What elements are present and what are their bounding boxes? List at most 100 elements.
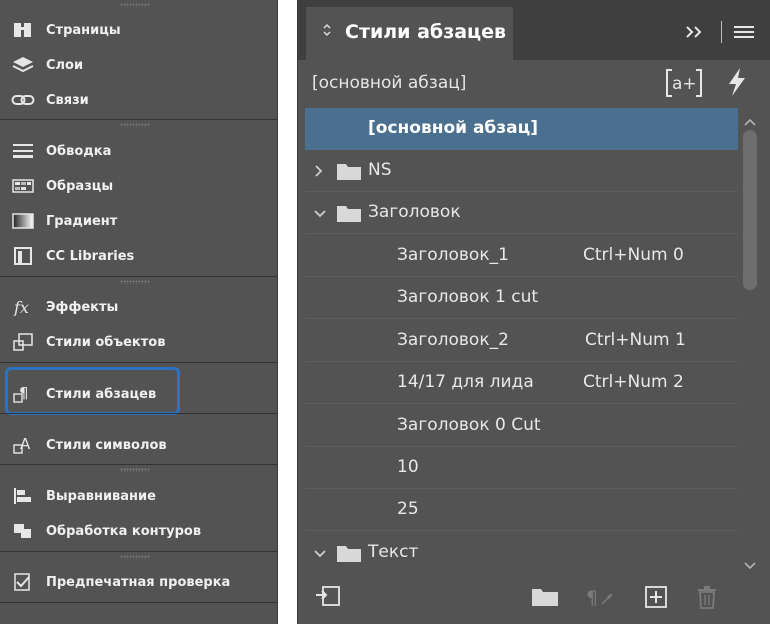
- dock-item-stroke[interactable]: Обводка: [0, 134, 277, 168]
- panel-title: Стили абзацев: [345, 21, 507, 43]
- list-item[interactable]: 14/17 для лида Ctrl+Num 2: [305, 362, 738, 404]
- dock-label: Слои: [46, 57, 84, 73]
- style-name: 25: [397, 499, 419, 519]
- paragraph-styles-panel: Стили абзацев [основной абзац] a+ [основ…: [297, 0, 770, 624]
- folder-icon: [336, 203, 362, 227]
- dock-item-swatches[interactable]: Образцы: [0, 169, 277, 203]
- dock-label: Эффекты: [46, 299, 119, 315]
- panel-dock: Страницы Слои Связи Обводка Образцы Град…: [0, 0, 278, 624]
- dock-label: Стили объектов: [46, 334, 166, 350]
- dock-separator: [0, 464, 277, 465]
- dock-grip[interactable]: [120, 3, 150, 7]
- panel-menu-icon[interactable]: [734, 24, 754, 44]
- links-icon: [11, 90, 35, 110]
- style-name: 14/17 для лида: [397, 372, 534, 392]
- tabbar-divider: [721, 21, 722, 43]
- style-name: Заголовок 0 Cut: [397, 415, 541, 435]
- layers-icon: [11, 55, 35, 75]
- dock-grip[interactable]: [120, 280, 150, 284]
- style-name: [основной абзац]: [368, 118, 539, 138]
- styles-list: [основной абзац] NS Заголовок Заголовок_…: [305, 108, 738, 572]
- dock-item-pages[interactable]: Страницы: [0, 13, 277, 47]
- svg-text:a+: a+: [672, 74, 697, 94]
- dock-item-cc-libraries[interactable]: CC Libraries: [0, 239, 277, 273]
- pathfinder-icon: [11, 521, 35, 541]
- dock-grip[interactable]: [120, 123, 150, 127]
- style-name: Заголовок_2: [397, 330, 509, 350]
- dock-item-character-styles[interactable]: A Стили символов: [0, 428, 277, 462]
- folder-icon: [336, 161, 362, 185]
- align-icon: [11, 486, 35, 506]
- swatches-icon: [11, 176, 35, 196]
- list-item[interactable]: 10: [305, 447, 738, 489]
- dock-item-object-styles[interactable]: Стили объектов: [0, 325, 277, 359]
- list-item[interactable]: Заголовок 0 Cut: [305, 405, 738, 447]
- dock-label: Градиент: [46, 213, 118, 229]
- chevron-down-icon[interactable]: [313, 205, 327, 224]
- dock-separator: [0, 413, 277, 414]
- list-item[interactable]: [основной абзац]: [305, 108, 738, 150]
- new-style-from-selection-icon[interactable]: a+: [664, 67, 704, 103]
- new-style-icon[interactable]: [644, 585, 668, 613]
- dock-separator: [0, 362, 277, 363]
- object-styles-icon: [11, 332, 35, 352]
- list-item[interactable]: NS: [305, 150, 738, 192]
- collapse-icon[interactable]: [684, 24, 706, 44]
- svg-text:¶: ¶: [586, 587, 598, 609]
- dock-label: CC Libraries: [46, 248, 135, 264]
- pages-icon: [11, 20, 35, 40]
- dock-grip[interactable]: [120, 555, 150, 559]
- dock-separator: [0, 276, 277, 277]
- gradient-icon: [11, 211, 35, 231]
- dock-separator: [0, 551, 277, 552]
- list-item[interactable]: Заголовок: [305, 192, 738, 234]
- style-name: Заголовок_1: [397, 245, 509, 265]
- styles-list-scrollbar[interactable]: [738, 108, 762, 572]
- style-name: 10: [397, 457, 419, 477]
- dock-item-effects[interactable]: fx Эффекты: [0, 290, 277, 324]
- list-item[interactable]: Заголовок_1 Ctrl+Num 0: [305, 235, 738, 277]
- list-item[interactable]: Заголовок 1 cut: [305, 277, 738, 319]
- group-name: Заголовок: [368, 202, 461, 222]
- effects-icon: fx: [11, 297, 35, 317]
- load-styles-icon[interactable]: [315, 585, 341, 613]
- current-style-label: [основной абзац]: [312, 73, 467, 93]
- dock-label: Страницы: [46, 22, 121, 38]
- scroll-down-icon[interactable]: [744, 556, 756, 575]
- list-item[interactable]: 25: [305, 489, 738, 531]
- dock-item-pathfinder[interactable]: Обработка контуров: [0, 514, 277, 548]
- new-group-folder-icon[interactable]: [531, 585, 559, 611]
- quick-apply-icon[interactable]: [725, 66, 749, 102]
- style-shortcut: Ctrl+Num 2: [583, 372, 684, 392]
- dock-label: Образцы: [46, 178, 114, 194]
- dock-label: Стили символов: [46, 437, 167, 453]
- dock-item-preflight[interactable]: Предпечатная проверка: [0, 565, 277, 599]
- dock-label: Предпечатная проверка: [46, 574, 231, 590]
- list-item[interactable]: Текст: [305, 532, 738, 572]
- tab-updown-icon[interactable]: [322, 22, 332, 42]
- dock-label: Связи: [46, 92, 89, 108]
- dock-label: Выравнивание: [46, 488, 156, 504]
- dock-item-align[interactable]: Выравнивание: [0, 479, 277, 513]
- dock-item-layers[interactable]: Слои: [0, 48, 277, 82]
- chevron-down-icon[interactable]: [313, 545, 327, 564]
- dock-label: Обводка: [46, 143, 112, 159]
- group-name: NS: [368, 160, 392, 180]
- tab-paragraph-styles[interactable]: Стили абзацев: [306, 7, 513, 60]
- scrollbar-thumb[interactable]: [743, 130, 757, 290]
- trash-icon[interactable]: [696, 585, 718, 613]
- chevron-right-icon[interactable]: [313, 163, 325, 182]
- scroll-up-icon[interactable]: [744, 112, 756, 131]
- clear-overrides-icon[interactable]: ¶: [585, 585, 619, 613]
- svg-text:fx: fx: [13, 298, 29, 316]
- preflight-icon: [11, 572, 35, 592]
- dock-label: Обработка контуров: [46, 523, 202, 539]
- dock-item-links[interactable]: Связи: [0, 83, 277, 117]
- dock-item-gradient[interactable]: Градиент: [0, 204, 277, 238]
- list-item[interactable]: Заголовок_2 Ctrl+Num 1: [305, 320, 738, 362]
- stroke-icon: [11, 141, 35, 161]
- style-name: Заголовок 1 cut: [397, 287, 539, 307]
- style-shortcut: Ctrl+Num 0: [583, 245, 684, 265]
- dock-grip[interactable]: [120, 468, 150, 472]
- cc-libraries-icon: [11, 246, 35, 266]
